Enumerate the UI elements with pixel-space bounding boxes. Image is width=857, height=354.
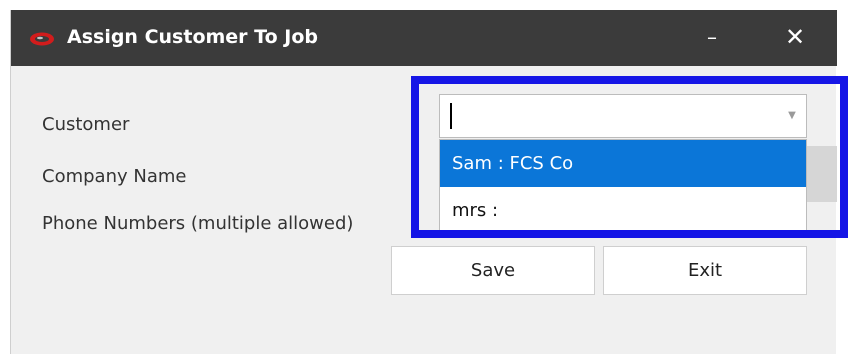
customer-label: Customer <box>42 114 130 135</box>
close-button[interactable]: ✕ <box>775 20 815 54</box>
phone-numbers-label: Phone Numbers (multiple allowed) <box>42 213 354 234</box>
highlight-annotation-box <box>411 76 848 238</box>
exit-button[interactable]: Exit <box>603 246 807 295</box>
app-logo-icon <box>30 32 54 46</box>
screenshot-page: Assign Customer To Job – ✕ Customer Comp… <box>0 0 857 354</box>
save-button[interactable]: Save <box>391 246 595 295</box>
title-bar[interactable]: Assign Customer To Job – ✕ <box>11 10 837 66</box>
minimize-button[interactable]: – <box>692 20 732 54</box>
window-title: Assign Customer To Job <box>67 26 318 48</box>
company-name-label: Company Name <box>42 166 187 187</box>
